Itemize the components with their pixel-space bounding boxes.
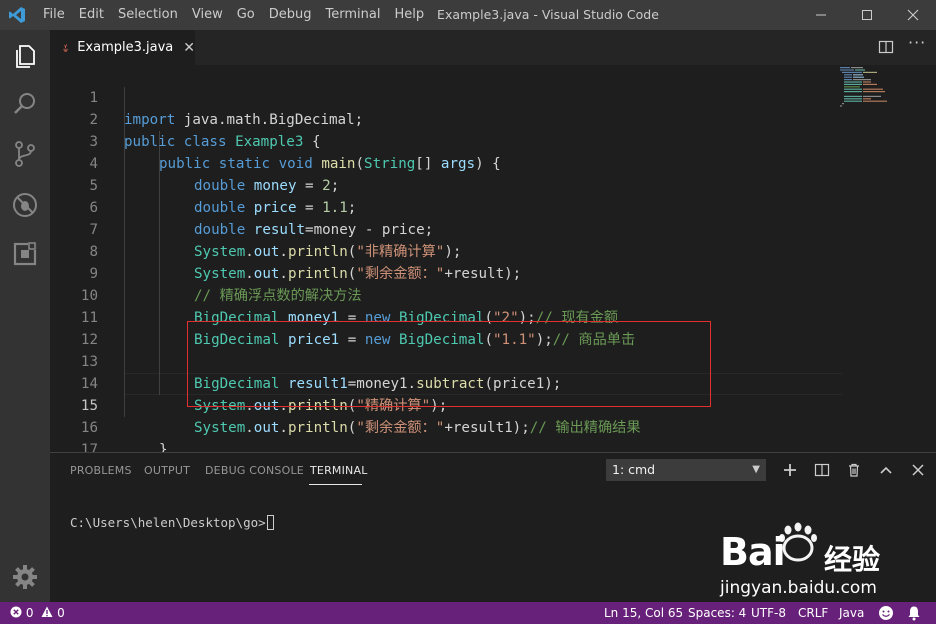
extensions-icon[interactable]: [11, 240, 39, 268]
annotation-highlight-box: [187, 321, 711, 407]
split-terminal-icon[interactable]: [814, 462, 830, 478]
tab-close-icon[interactable]: ✕: [183, 40, 195, 56]
watermark-brand: Bai: [720, 530, 786, 574]
watermark-url: jingyan.baidu.com: [720, 578, 877, 598]
tab-example3-java[interactable]: Example3.java ✕: [50, 30, 195, 65]
search-icon[interactable]: [11, 90, 39, 118]
source-control-icon[interactable]: [11, 140, 39, 168]
line-ending[interactable]: CRLF: [798, 602, 828, 624]
code-line-10: 10 BigDecimal money1 = new BigDecimal("2…: [50, 263, 840, 326]
code-line-17: 17 }: [50, 417, 840, 452]
error-icon: [10, 606, 22, 618]
error-count: 0: [25, 606, 34, 620]
code-line-7: 7 System.out.println("非精确计算");: [50, 197, 840, 260]
activity-bar: [0, 30, 50, 602]
close-icon: [907, 9, 919, 21]
code-editor[interactable]: 1 import java.math.BigDecimal; 2 public …: [50, 65, 936, 452]
menu-go[interactable]: Go: [230, 0, 262, 30]
chevron-down-icon: ▼: [752, 464, 760, 475]
menu-terminal[interactable]: Terminal: [319, 0, 388, 30]
new-terminal-icon[interactable]: [782, 462, 798, 478]
active-tab-indicator: [309, 484, 362, 485]
tab-terminal[interactable]: TERMINAL: [310, 464, 368, 477]
code-line-6: 6 double result=money - price;: [50, 175, 840, 238]
maximize-button[interactable]: [844, 0, 890, 30]
terminal-cursor: [266, 515, 274, 530]
menu-edit[interactable]: Edit: [72, 0, 111, 30]
menu-view[interactable]: View: [185, 0, 230, 30]
code-line-4: 4 double money = 2;: [50, 131, 840, 194]
feedback-smiley-icon[interactable]: [878, 605, 894, 621]
tab-label: Example3.java: [77, 40, 174, 55]
title-bar: File Edit Selection View Go Debug Termin…: [0, 0, 936, 30]
cursor-position[interactable]: Ln 15, Col 65: [604, 602, 683, 624]
code-line-5: 5 double price = 1.1;: [50, 153, 840, 216]
code-line-2: 2 public class Example3 {: [50, 87, 840, 150]
menu-bar: File Edit Selection View Go Debug Termin…: [36, 0, 431, 30]
java-file-icon: [63, 43, 69, 52]
watermark-brand-cn: 经验: [824, 543, 881, 576]
code-line-18: 18: [50, 439, 840, 452]
editor-scrollbar[interactable]: [922, 65, 936, 452]
status-bar: 0 0 Ln 15, Col 65 Spaces: 4 UTF-8 CRLF J…: [0, 602, 936, 624]
tab-debug-console[interactable]: DEBUG CONSOLE: [205, 464, 304, 477]
trash-icon[interactable]: [846, 462, 862, 478]
explorer-icon[interactable]: [11, 42, 39, 70]
problems-indicator[interactable]: 0 0: [10, 602, 65, 624]
encoding[interactable]: UTF-8: [751, 602, 786, 624]
vscode-logo-icon: [9, 7, 25, 23]
terminal-select[interactable]: 1: cmd ▼: [606, 459, 766, 481]
tab-output[interactable]: OUTPUT: [144, 464, 190, 477]
terminal-output[interactable]: C:\Users\helen\Desktop\go>: [70, 515, 274, 530]
split-editor-icon[interactable]: [878, 39, 894, 55]
tab-problems[interactable]: PROBLEMS: [70, 464, 132, 477]
tab-bar: Example3.java ✕ ···: [50, 30, 936, 65]
terminal-prompt: C:\Users\helen\Desktop\go>: [70, 515, 266, 530]
warning-icon: [41, 606, 53, 617]
settings-gear-icon[interactable]: [11, 563, 39, 591]
language-mode[interactable]: Java: [839, 602, 864, 624]
close-window-button[interactable]: [890, 0, 936, 30]
menu-file[interactable]: File: [36, 0, 72, 30]
code-line-3: 3 public static void main(String[] args)…: [50, 109, 840, 172]
code-line-11: 11 BigDecimal price1 = new BigDecimal("1…: [50, 285, 840, 348]
menu-debug[interactable]: Debug: [262, 0, 319, 30]
minimize-button[interactable]: [798, 0, 844, 30]
code-line-8: 8 System.out.println("剩余金额："+result);: [50, 219, 840, 282]
maximize-panel-icon[interactable]: [878, 462, 894, 478]
indentation[interactable]: Spaces: 4: [688, 602, 746, 624]
menu-help[interactable]: Help: [387, 0, 431, 30]
close-panel-icon[interactable]: [910, 462, 926, 478]
code-line-9: 9 // 精确浮点数的解决方法: [50, 241, 840, 304]
notifications-bell-icon[interactable]: [906, 605, 922, 621]
warning-count: 0: [57, 606, 65, 620]
maximize-icon: [862, 10, 872, 20]
menu-selection[interactable]: Selection: [111, 0, 185, 30]
code-line-1: 1 import java.math.BigDecimal;: [50, 65, 840, 128]
debug-icon[interactable]: [11, 191, 39, 219]
minimize-icon: [816, 14, 826, 16]
more-actions-icon[interactable]: ···: [908, 33, 926, 52]
terminal-select-value: 1: cmd: [612, 462, 656, 477]
